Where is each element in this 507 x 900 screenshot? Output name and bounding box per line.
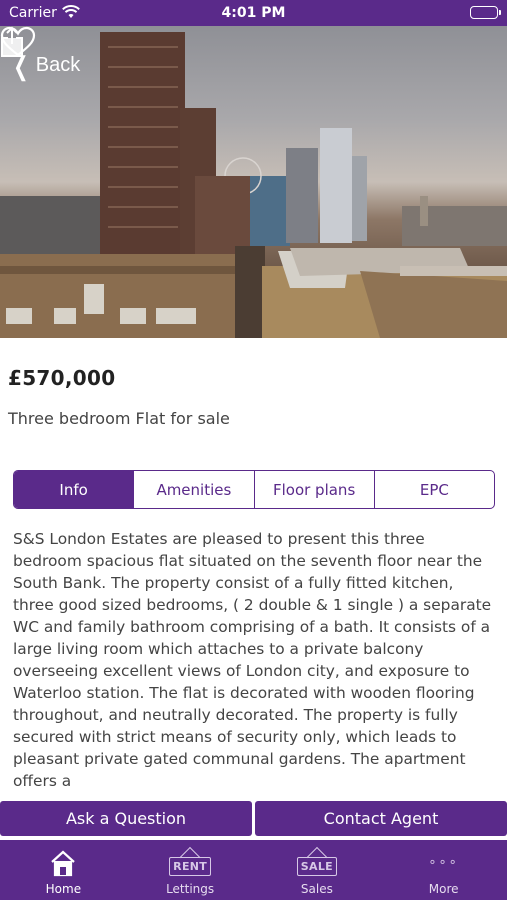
rent-sign-icon: RENT (169, 856, 212, 876)
listing-price: £570,000 (8, 366, 116, 390)
more-icon: ∘∘∘ (428, 855, 459, 870)
action-bar: Ask a Question Contact Agent (0, 801, 507, 836)
clock: 4:01 PM (221, 5, 286, 21)
tabbar-item-lettings[interactable]: RENT Lettings (127, 840, 254, 900)
property-description: S&S London Estates are pleased to presen… (13, 530, 492, 790)
sale-sign-icon: SALE (296, 856, 337, 876)
tab-epc[interactable]: EPC (375, 471, 494, 508)
tab-floor-plans[interactable]: Floor plans (255, 471, 375, 508)
tabbar-item-more[interactable]: ∘∘∘ More (380, 840, 507, 900)
status-bar: Carrier 4:01 PM (0, 0, 507, 26)
tabbar-item-sales[interactable]: SALE Sales (254, 840, 381, 900)
back-label: Back (35, 54, 81, 76)
heart-icon[interactable] (0, 26, 36, 58)
tab-info[interactable]: Info (14, 471, 135, 508)
contact-agent-button[interactable]: Contact Agent (255, 801, 507, 836)
battery-icon (470, 6, 501, 19)
tabbar-label-lettings: Lettings (166, 882, 215, 896)
ask-question-button[interactable]: Ask a Question (0, 801, 252, 836)
chevron-left-icon: ❮ (13, 50, 29, 81)
tab-amenities[interactable]: Amenities (134, 471, 255, 508)
detail-tabs: Info Amenities Floor plans EPC (13, 470, 495, 509)
home-icon (49, 847, 77, 879)
tabbar-label-more: More (428, 882, 459, 896)
tabbar-label-sales: Sales (300, 882, 333, 896)
tabbar-item-home[interactable]: Home (0, 840, 127, 900)
tabbar-label-home: Home (45, 882, 82, 896)
listing-subtitle: Three bedroom Flat for sale (8, 409, 230, 428)
bottom-tab-bar: Home RENT Lettings SALE Sales ∘∘∘ More (0, 840, 507, 900)
property-photo[interactable]: ❮ Back (0, 26, 507, 338)
